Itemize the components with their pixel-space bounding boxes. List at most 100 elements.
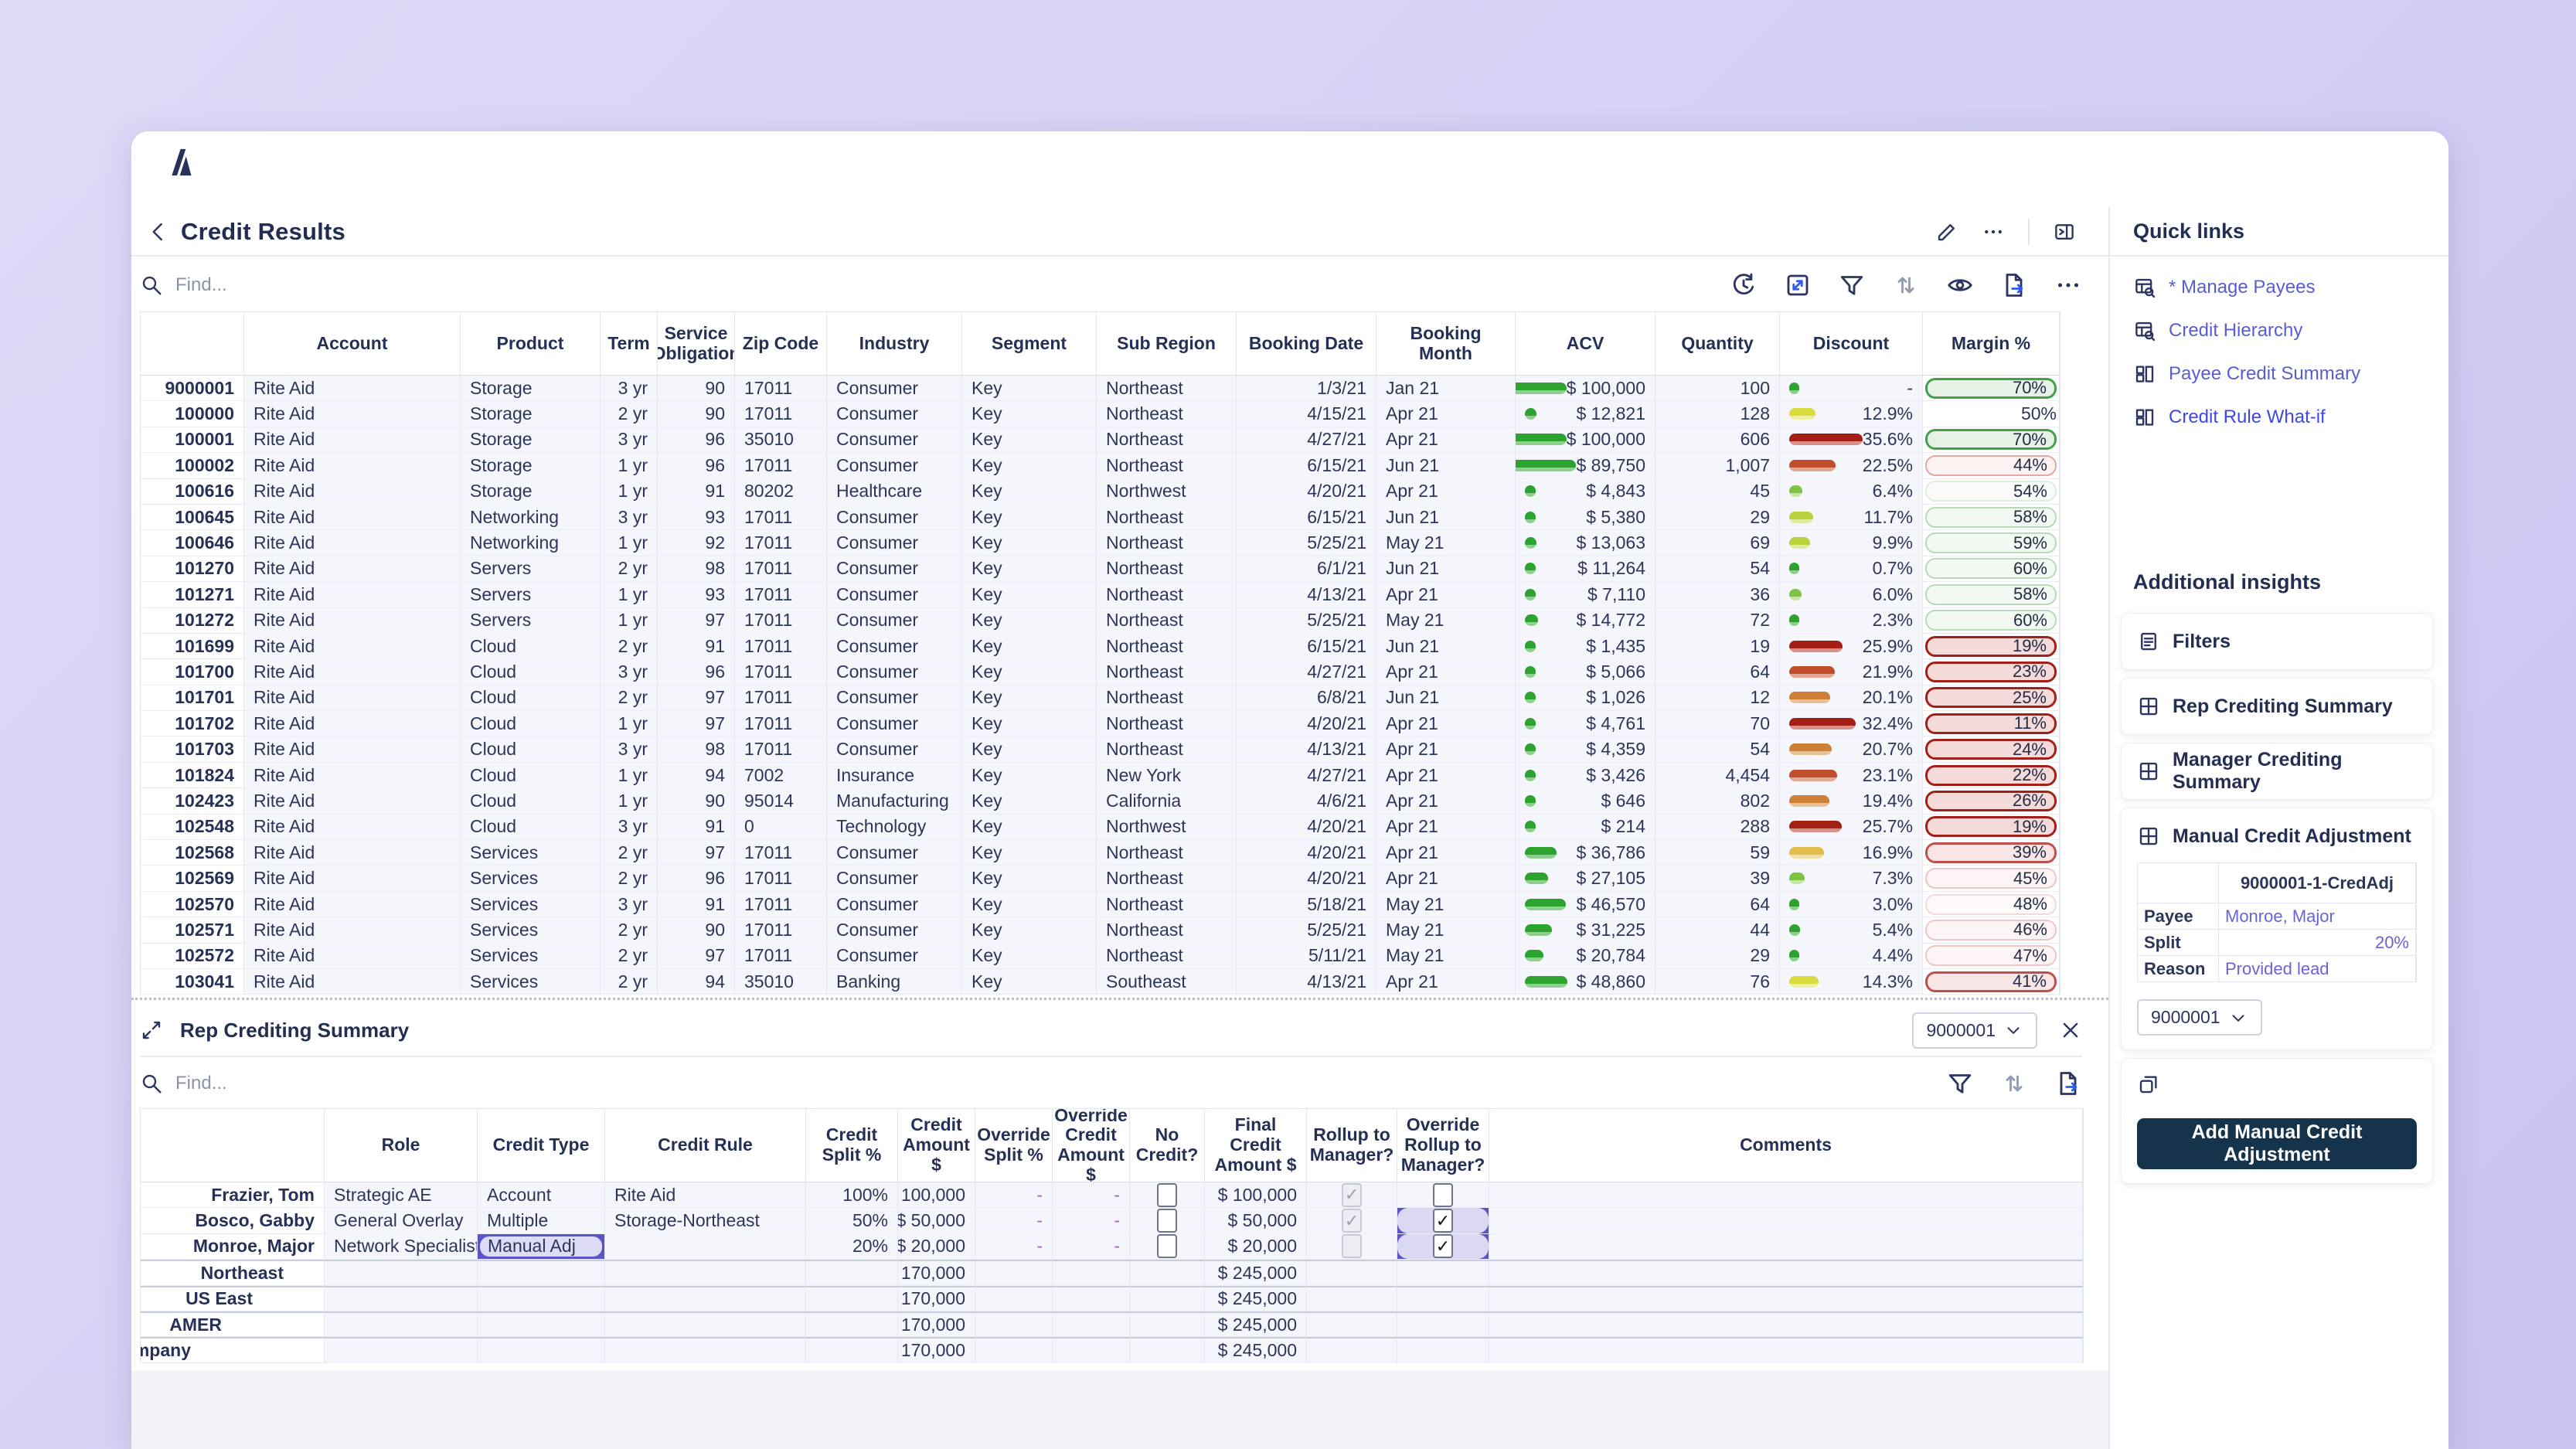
segment-cell[interactable]: Key — [962, 711, 1097, 736]
segment-cell[interactable]: Key — [962, 530, 1097, 556]
discount-cell[interactable]: 9.9% — [1780, 530, 1923, 556]
industry-cell[interactable]: Healthcare — [827, 479, 962, 505]
no-credit-checkbox[interactable] — [1130, 1234, 1205, 1260]
booking-date-cell[interactable]: 4/20/21 — [1237, 866, 1376, 891]
zip-cell[interactable]: 17011 — [735, 634, 827, 659]
product-cell[interactable]: Cloud — [461, 634, 601, 659]
product-cell[interactable]: Servers — [461, 608, 601, 634]
row-id-cell[interactable]: 101702 — [141, 711, 244, 736]
service-obligation-cell[interactable]: 90 — [658, 401, 735, 427]
booking-month-cell[interactable]: Apr 21 — [1376, 815, 1516, 840]
booking-month-cell[interactable]: May 21 — [1376, 530, 1516, 556]
row-id-cell[interactable]: 100645 — [141, 505, 244, 530]
credit-amount-cell[interactable]: $ 50,000 — [898, 1208, 975, 1233]
product-cell[interactable]: Storage — [461, 401, 601, 427]
quantity-cell[interactable]: 70 — [1656, 711, 1780, 736]
credit-amount-cell[interactable]: $ 20,000 — [898, 1234, 975, 1260]
account-cell[interactable]: Rite Aid — [244, 944, 461, 969]
sub-region-cell[interactable]: California — [1097, 788, 1237, 814]
booking-date-cell[interactable]: 5/25/21 — [1237, 917, 1376, 943]
zip-cell[interactable]: 17011 — [735, 840, 827, 866]
move-swap-icon[interactable] — [1784, 271, 1812, 299]
booking-date-cell[interactable]: 4/20/21 — [1237, 711, 1376, 736]
discount-cell[interactable]: 35.6% — [1780, 427, 1923, 453]
margin-cell[interactable]: 54% — [1923, 479, 2060, 505]
credit-amount-cell[interactable]: $ 170,000 — [898, 1311, 975, 1337]
override-credit-amount-cell[interactable]: - — [1053, 1182, 1130, 1208]
final-credit-amount-cell[interactable]: $ 245,000 — [1205, 1311, 1307, 1337]
booking-date-cell[interactable]: 4/20/21 — [1237, 815, 1376, 840]
more-toolbar-icon[interactable] — [2054, 271, 2082, 299]
final-credit-amount-cell[interactable]: $ 245,000 — [1205, 1260, 1307, 1285]
credit-rule-cell[interactable]: Storage-Northeast — [605, 1208, 806, 1233]
quantity-cell[interactable]: 45 — [1656, 479, 1780, 505]
discount-cell[interactable]: 0.7% — [1780, 556, 1923, 582]
acv-cell[interactable]: $ 36,786 — [1516, 840, 1656, 866]
term-cell[interactable]: 3 yr — [601, 659, 658, 685]
comments-cell[interactable] — [1489, 1286, 2083, 1311]
quantity-cell[interactable]: 1,007 — [1656, 453, 1780, 478]
product-cell[interactable]: Services — [461, 840, 601, 866]
role-cell[interactable]: Network Specialist — [325, 1234, 478, 1260]
insight-card-manager-crediting-summary[interactable]: Manager Crediting Summary — [2121, 743, 2433, 800]
account-cell[interactable]: Rite Aid — [244, 505, 461, 530]
product-cell[interactable]: Cloud — [461, 659, 601, 685]
row-id-cell[interactable]: 102572 — [141, 944, 244, 969]
segment-cell[interactable]: Key — [962, 685, 1097, 711]
discount-cell[interactable]: 12.9% — [1780, 401, 1923, 427]
segment-cell[interactable]: Key — [962, 866, 1097, 891]
account-cell[interactable]: Rite Aid — [244, 634, 461, 659]
zip-cell[interactable]: 0 — [735, 815, 827, 840]
booking-date-cell[interactable]: 4/20/21 — [1237, 479, 1376, 505]
credit-rule-cell[interactable] — [605, 1260, 806, 1285]
account-cell[interactable]: Rite Aid — [244, 530, 461, 556]
override-split-cell[interactable] — [975, 1337, 1053, 1362]
service-obligation-cell[interactable]: 93 — [658, 582, 735, 607]
no-credit-checkbox[interactable] — [1130, 1260, 1205, 1285]
discount-cell[interactable]: 21.9% — [1780, 659, 1923, 685]
booking-month-cell[interactable]: May 21 — [1376, 608, 1516, 634]
rollup-to-manager-checkbox[interactable] — [1307, 1234, 1397, 1260]
term-cell[interactable]: 1 yr — [601, 582, 658, 607]
discount-cell[interactable]: 14.3% — [1780, 969, 1923, 995]
sub-region-cell[interactable]: Northeast — [1097, 840, 1237, 866]
export-icon[interactable] — [2000, 271, 2028, 299]
quantity-cell[interactable]: 69 — [1656, 530, 1780, 556]
industry-cell[interactable]: Consumer — [827, 505, 962, 530]
service-obligation-cell[interactable]: 91 — [658, 815, 735, 840]
industry-cell[interactable]: Consumer — [827, 530, 962, 556]
term-cell[interactable]: 2 yr — [601, 556, 658, 582]
row-label-cell[interactable]: Monroe, Major — [141, 1234, 325, 1260]
margin-cell[interactable]: 47% — [1923, 944, 2060, 969]
booking-date-cell[interactable]: 6/15/21 — [1237, 634, 1376, 659]
industry-cell[interactable]: Technology — [827, 815, 962, 840]
account-cell[interactable]: Rite Aid — [244, 376, 461, 401]
discount-cell[interactable]: 3.0% — [1780, 892, 1923, 917]
booking-month-cell[interactable]: Apr 21 — [1376, 479, 1516, 505]
quantity-cell[interactable]: 64 — [1656, 659, 1780, 685]
row-id-cell[interactable]: 100001 — [141, 427, 244, 453]
insight-card-filters[interactable]: Filters — [2121, 613, 2433, 670]
sub-region-cell[interactable]: Northeast — [1097, 917, 1237, 943]
discount-cell[interactable]: 6.4% — [1780, 479, 1923, 505]
industry-cell[interactable]: Consumer — [827, 659, 962, 685]
quantity-cell[interactable]: 100 — [1656, 376, 1780, 401]
final-credit-amount-cell[interactable]: $ 245,000 — [1205, 1337, 1307, 1362]
term-cell[interactable]: 1 yr — [601, 608, 658, 634]
role-cell[interactable]: General Overlay — [325, 1208, 478, 1233]
discount-cell[interactable]: 25.7% — [1780, 815, 1923, 840]
industry-cell[interactable]: Consumer — [827, 840, 962, 866]
zip-cell[interactable]: 17011 — [735, 659, 827, 685]
quantity-cell[interactable]: 76 — [1656, 969, 1780, 995]
credit-type-cell[interactable] — [478, 1260, 605, 1285]
override-split-cell[interactable]: - — [975, 1234, 1053, 1260]
industry-cell[interactable]: Consumer — [827, 608, 962, 634]
product-cell[interactable]: Servers — [461, 582, 601, 607]
sub-region-cell[interactable]: Northeast — [1097, 505, 1237, 530]
margin-cell[interactable]: 70% — [1923, 427, 2060, 453]
credit-amount-cell[interactable]: $ 170,000 — [898, 1337, 975, 1362]
booking-date-cell[interactable]: 5/11/21 — [1237, 944, 1376, 969]
segment-cell[interactable]: Key — [962, 582, 1097, 607]
margin-cell[interactable]: 59% — [1923, 530, 2060, 556]
acv-cell[interactable]: $ 12,821 — [1516, 401, 1656, 427]
